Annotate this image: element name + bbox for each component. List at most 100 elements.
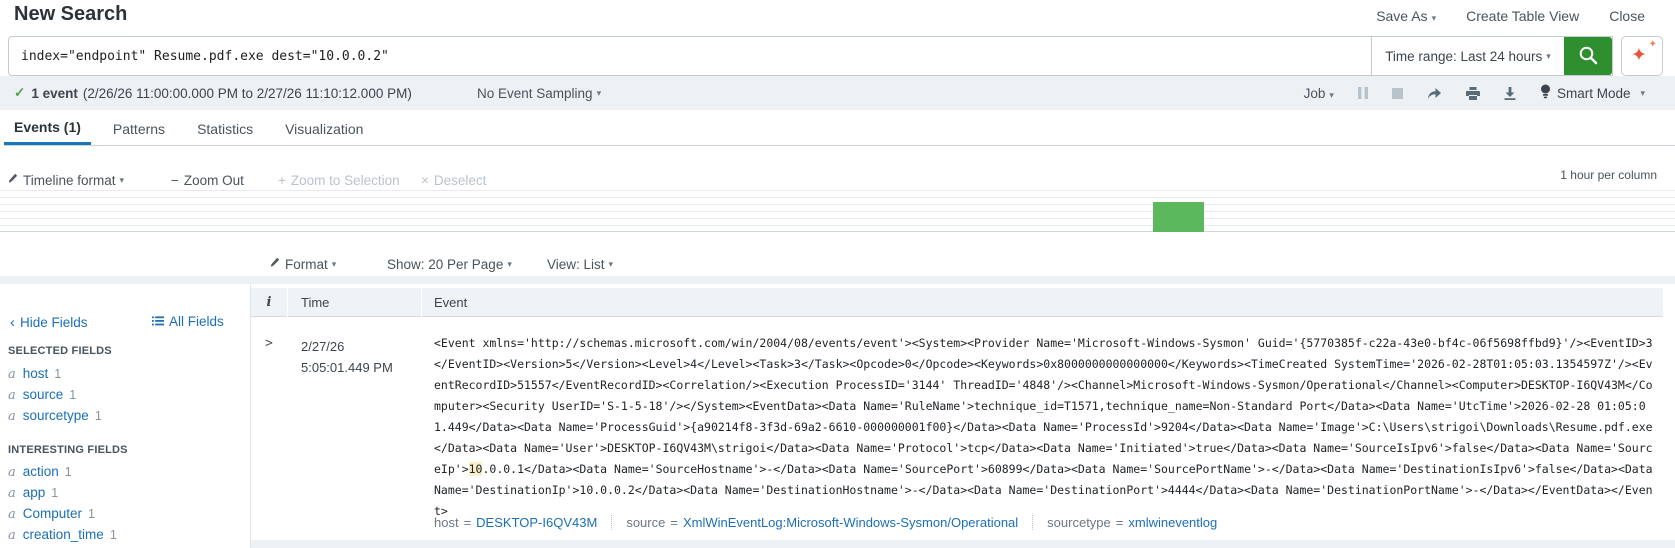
- view-label: View: List: [547, 256, 605, 272]
- chevron-down-icon: ▾: [1431, 13, 1437, 23]
- chevron-left-icon: ‹: [10, 314, 15, 331]
- all-fields-link[interactable]: All Fields: [152, 314, 224, 329]
- tab-events[interactable]: Events (1): [4, 112, 91, 145]
- zoom-out-label: Zoom Out: [183, 172, 244, 188]
- timeline-bar[interactable]: [1153, 202, 1204, 232]
- event-date: 2/27/26: [301, 339, 345, 354]
- field-computer[interactable]: a Computer 1: [8, 506, 95, 522]
- event-field-sourcetype: sourcetype = xmlwineventlog: [1032, 515, 1231, 530]
- job-status-bar: ✓ 1 event (2/26/26 11:00:00.000 PM to 2/…: [0, 76, 1675, 110]
- x-icon: ×: [421, 172, 429, 188]
- pause-button[interactable]: [1357, 87, 1368, 99]
- search-icon: [1577, 44, 1599, 69]
- close-link[interactable]: Close: [1609, 8, 1645, 24]
- search-input[interactable]: [9, 37, 1371, 75]
- zoom-to-selection-label: Zoom to Selection: [290, 172, 400, 188]
- pencil-icon: [270, 257, 280, 272]
- deselect-button[interactable]: × Deselect: [421, 170, 486, 190]
- chevron-down-icon: ▾: [596, 87, 602, 98]
- field-type-icon: a: [8, 409, 16, 424]
- view-menu[interactable]: View: List ▾: [547, 254, 613, 274]
- hide-fields-link[interactable]: ‹ Hide Fields: [10, 314, 88, 331]
- time-range-label: Time range: Last 24 hours: [1385, 48, 1543, 64]
- time-range-picker[interactable]: Time range: Last 24 hours ▾: [1371, 37, 1564, 75]
- check-icon: ✓: [14, 85, 26, 100]
- chevron-down-icon: ▾: [331, 258, 337, 269]
- equals-sign: =: [670, 515, 678, 530]
- events-panel: i Time Event > 2/27/26 5:05:01.449 PM <E…: [250, 284, 1675, 548]
- highlighted-term: 10: [468, 462, 483, 476]
- field-host[interactable]: a host 1: [8, 366, 61, 382]
- chevron-down-icon: ▾: [119, 174, 125, 185]
- results-tabs: Events (1) Patterns Statistics Visualiza…: [4, 112, 1675, 146]
- list-icon: [152, 314, 164, 329]
- field-value-link[interactable]: XmlWinEventLog:Microsoft-Windows-Sysmon/…: [683, 515, 1018, 530]
- interesting-fields-header: INTERESTING FIELDS: [8, 444, 128, 456]
- timeline-format-label: Timeline format: [23, 172, 116, 188]
- field-type-icon: a: [8, 388, 16, 403]
- zoom-out-button[interactable]: − Zoom Out: [171, 170, 244, 190]
- format-menu[interactable]: Format ▾: [270, 254, 336, 274]
- search-bar: Time range: Last 24 hours▾: [8, 36, 1613, 76]
- job-label: Job: [1303, 85, 1326, 101]
- event-raw-text[interactable]: <Event xmlns='http://schemas.microsoft.c…: [434, 333, 1653, 522]
- plus-icon: +: [278, 172, 286, 188]
- field-value-link[interactable]: xmlwineventlog: [1128, 515, 1217, 530]
- event-sampling-menu[interactable]: No Event Sampling ▾: [477, 76, 601, 110]
- event-timeline-chart[interactable]: [0, 190, 1675, 232]
- per-page-menu[interactable]: Show: 20 Per Page ▾: [387, 254, 512, 274]
- splunk-search-page: New Search Save As ▾ Create Table View Cl…: [0, 0, 1675, 548]
- zoom-to-selection-button[interactable]: + Zoom to Selection: [278, 170, 400, 190]
- event-timestamp: 2/27/26 5:05:01.449 PM: [301, 336, 393, 378]
- event-time: 5:05:01.449 PM: [301, 360, 393, 375]
- job-controls: Job ▾ Smart Mode ▾: [1304, 76, 1645, 110]
- field-key: host: [434, 515, 459, 530]
- column-header-event: Event: [434, 295, 468, 310]
- save-as-menu[interactable]: Save As ▾: [1376, 8, 1436, 24]
- timeline-format-menu[interactable]: Timeline format ▾: [8, 170, 124, 190]
- pencil-icon: [8, 173, 18, 188]
- field-app[interactable]: a app 1: [8, 485, 58, 501]
- share-button[interactable]: [1427, 87, 1442, 100]
- field-action[interactable]: a action 1: [8, 464, 72, 480]
- fields-sidebar: ‹ Hide Fields All Fields SELECTED FIELDS…: [0, 284, 250, 548]
- tab-statistics[interactable]: Statistics: [187, 112, 263, 145]
- tab-visualization[interactable]: Visualization: [275, 112, 373, 145]
- stop-button[interactable]: [1391, 87, 1403, 99]
- sparkle-icon: ✦: [1631, 45, 1647, 66]
- header-actions: Save As ▾ Create Table View Close: [1376, 0, 1645, 32]
- export-button[interactable]: [1504, 86, 1516, 100]
- tab-patterns[interactable]: Patterns: [103, 112, 175, 145]
- page-title: New Search: [14, 3, 128, 25]
- hide-fields-label: Hide Fields: [20, 315, 88, 330]
- search-button[interactable]: [1564, 37, 1612, 75]
- field-type-icon: a: [8, 507, 16, 522]
- field-value-link[interactable]: DESKTOP-I6QV43M: [476, 515, 597, 530]
- chevron-down-icon: ▾: [1329, 89, 1334, 100]
- field-sourcetype[interactable]: a sourcetype 1: [8, 408, 102, 424]
- job-menu[interactable]: Job ▾: [1304, 86, 1334, 101]
- equals-sign: =: [1115, 515, 1124, 530]
- field-source[interactable]: a source 1: [8, 387, 76, 403]
- format-label: Format: [285, 256, 328, 272]
- column-header-time: Time: [301, 295, 330, 310]
- event-selected-fields: host = DESKTOP-I6QV43M source = XmlWinEventL…: [434, 515, 1231, 530]
- column-header-info: i: [251, 288, 288, 317]
- save-as-label: Save As: [1376, 8, 1428, 24]
- field-type-icon: a: [8, 528, 16, 543]
- field-key: sourcetype: [1047, 515, 1111, 530]
- events-table-header: i Time Event: [251, 288, 1663, 317]
- timeline-scale-note: 1 hour per column: [1560, 168, 1657, 182]
- equals-sign: =: [463, 515, 472, 530]
- field-creation-time[interactable]: a creation_time 1: [8, 527, 117, 543]
- field-type-icon: a: [8, 465, 16, 480]
- print-button[interactable]: [1465, 86, 1480, 100]
- create-table-view-link[interactable]: Create Table View: [1466, 8, 1579, 24]
- search-mode-menu[interactable]: Smart Mode ▾: [1540, 84, 1645, 102]
- expand-event-icon[interactable]: >: [265, 336, 273, 351]
- field-type-icon: a: [8, 486, 16, 501]
- event-field-host: host = DESKTOP-I6QV43M: [434, 515, 611, 530]
- ai-assistant-button[interactable]: ✦ ✦: [1621, 36, 1663, 76]
- per-page-label: Show: 20 Per Page: [387, 256, 504, 272]
- event-field-source: source = XmlWinEventLog:Microsoft-Windows-…: [611, 515, 1032, 530]
